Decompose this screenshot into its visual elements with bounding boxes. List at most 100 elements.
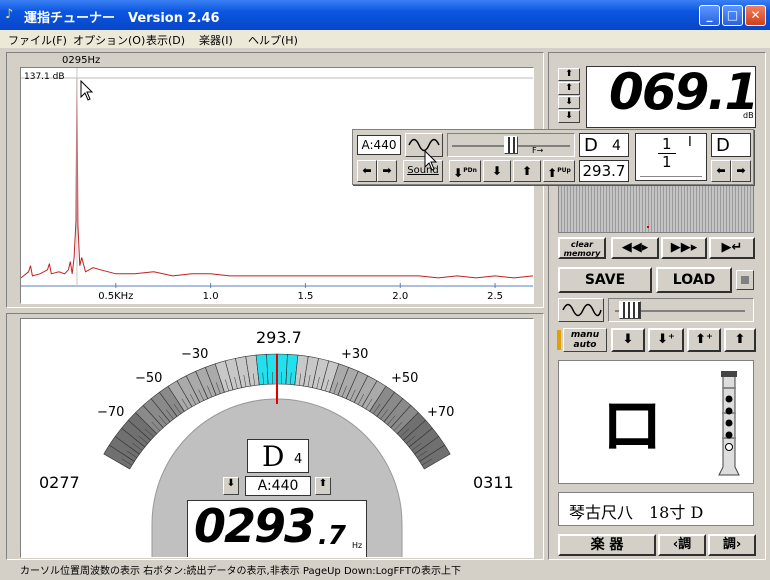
menu-help[interactable]: ヘルプ(H)	[248, 32, 298, 48]
scale-label-m50: −50	[135, 371, 163, 386]
minimize-button[interactable]: _	[699, 5, 720, 26]
maximize-button[interactable]: □	[722, 5, 743, 26]
popup-shift-right-button[interactable]: ➡	[377, 160, 397, 182]
popup-down-button[interactable]: ⬇	[483, 160, 511, 182]
key-next-button[interactable]: 調›	[708, 534, 756, 556]
fingering-char: ロ	[601, 389, 664, 462]
popup-pup-label: PUp	[557, 167, 571, 174]
spectrum-plot[interactable]: 0.5KHz 1.0 1.5 2.0 2.5 137.1 dB	[20, 67, 534, 304]
level-label: 137.1 dB	[24, 72, 65, 82]
db-scroll-up-button[interactable]: ⬆	[558, 82, 580, 95]
db-value: 069.1	[609, 63, 759, 121]
menu-options[interactable]: オプション(O)	[73, 32, 145, 48]
freq-dec: .7	[318, 521, 346, 551]
scale-label-m30: −30	[181, 347, 209, 362]
db-scroll-bottom-button[interactable]: ⬇	[558, 110, 580, 123]
popup-page-up-button[interactable]: ⬆PUp	[543, 160, 575, 182]
volume-slider[interactable]	[608, 298, 754, 322]
scale-label-p50: +50	[391, 371, 419, 386]
octave-down-button[interactable]: ⬇	[611, 328, 645, 352]
instrument-button[interactable]: 楽 器	[558, 534, 656, 556]
meter-panel: 293.7 0277 0311 −70 −50 −30 +30 +50 +70 …	[20, 318, 534, 558]
popup-up-button[interactable]: ⬆	[513, 160, 541, 182]
popup-freq-slider[interactable]: F→	[447, 133, 575, 157]
popup-prev-button[interactable]: ⬅	[711, 160, 731, 182]
popup-note-display: D 4	[579, 133, 629, 157]
semitone-down-button[interactable]: ⬇⁺	[648, 328, 684, 352]
freq-int: 0293	[194, 499, 316, 553]
popup-next-button[interactable]: ➡	[731, 160, 751, 182]
popup-fraction-display: 1 I 1	[635, 133, 707, 181]
popup-freq-display: 293.7	[579, 160, 629, 182]
db-display: 069.1 dB	[586, 63, 759, 128]
note-name: D	[262, 440, 285, 473]
load-option-button[interactable]	[736, 270, 754, 290]
close-button[interactable]: ✕	[745, 5, 766, 26]
a-ref-down-button[interactable]: ⬇	[223, 477, 239, 495]
auto-label: auto	[573, 340, 597, 350]
instrument-name: 琴古尺八 18寸 D	[569, 503, 704, 522]
x-tick-label-1: 1.0	[203, 291, 219, 302]
popup-fraction-scale	[640, 176, 702, 177]
manu-label: manu	[570, 330, 600, 340]
x-tick-label-4: 2.5	[487, 291, 503, 302]
db-unit: dB	[743, 111, 754, 120]
load-label: LOAD	[672, 272, 716, 288]
popup-slider-label: F→	[532, 146, 544, 155]
semitone-up-button[interactable]: ⬆⁺	[687, 328, 721, 352]
history-graph	[558, 185, 754, 233]
key-prev-button[interactable]: ‹調	[658, 534, 706, 556]
popup-fraction-top: 1	[662, 135, 672, 153]
rewind-button[interactable]: ◀◀▸	[611, 237, 659, 259]
scale-label-p30: +30	[341, 347, 369, 362]
save-button[interactable]: SAVE	[558, 267, 652, 293]
db-scroll-top-button[interactable]: ⬆	[558, 68, 580, 81]
db-scroll-down-button[interactable]: ⬇	[558, 96, 580, 109]
octave-up-button[interactable]: ⬆	[724, 328, 756, 352]
sine-wave-icon	[562, 303, 602, 317]
menu-file[interactable]: ファイル(F)	[8, 32, 67, 48]
mouse-pointer-icon-2	[424, 150, 438, 171]
popup-page-down-button[interactable]: ⬇PDn	[449, 160, 481, 182]
menu-instrument[interactable]: 楽器(I)	[199, 32, 233, 48]
status-bar: カーソル位置周波数の表示 右ボタン:読出データの表示,非表示 PageUp Do…	[0, 560, 770, 580]
forward-button[interactable]: ▶▶▸	[661, 237, 707, 259]
fingering-panel: ロ	[558, 360, 754, 484]
status-text: カーソル位置周波数の表示 右ボタン:読出データの表示,非表示 PageUp Do…	[20, 566, 461, 577]
load-button[interactable]: LOAD	[656, 267, 732, 293]
clear-memory-button[interactable]: clear memory	[558, 237, 606, 259]
manu-auto-indicator	[557, 330, 561, 350]
popup-shift-left-button[interactable]: ⬅	[357, 160, 377, 182]
floating-toolbar: A:440 F→ D 4 1 I 1 D ⬅ ➡ Sound ⬇PDn ⬇ ⬆ …	[352, 129, 754, 185]
menu-view[interactable]: 表示(D)	[146, 32, 185, 48]
spectrum-chart: 0.5KHz 1.0 1.5 2.0 2.5	[21, 68, 533, 302]
square-icon	[741, 276, 749, 284]
cursor-freq-label: 0295Hz	[62, 55, 101, 66]
volume-slider-thumb[interactable]	[619, 301, 641, 319]
enter-button[interactable]: ▶↵	[709, 237, 755, 259]
instrument-display: 琴古尺八 18寸 D	[558, 492, 754, 526]
popup-fraction-mark: I	[688, 135, 692, 150]
save-label: SAVE	[584, 272, 626, 288]
key-prev-label: ‹調	[672, 537, 692, 552]
popup-note-octave: 4	[612, 138, 621, 154]
popup-fraction-bottom: 1	[662, 153, 672, 171]
scale-label-p70: +70	[427, 405, 455, 420]
app-icon: ♪	[5, 7, 14, 22]
freq-unit: Hz	[352, 541, 363, 550]
popup-a-ref: A:440	[357, 135, 401, 155]
popup-slider-thumb[interactable]	[504, 136, 518, 154]
mouse-pointer-icon	[80, 80, 94, 101]
clear-memory-label: clear memory	[563, 240, 601, 258]
note-display: D 4	[247, 439, 309, 473]
scale-label-m70: −70	[97, 405, 125, 420]
manu-auto-toggle[interactable]: manu auto	[563, 328, 607, 352]
x-tick-label-0: 0.5KHz	[98, 291, 133, 302]
history-marker	[647, 226, 649, 228]
waveform-toggle[interactable]	[558, 298, 604, 322]
a-ref-display: A:440	[245, 476, 311, 496]
popup-note-display-2: D	[711, 133, 751, 157]
shakuhachi-icon	[718, 371, 740, 476]
a-ref-up-button[interactable]: ⬆	[315, 477, 331, 495]
high-freq-label: 0311	[473, 473, 514, 492]
